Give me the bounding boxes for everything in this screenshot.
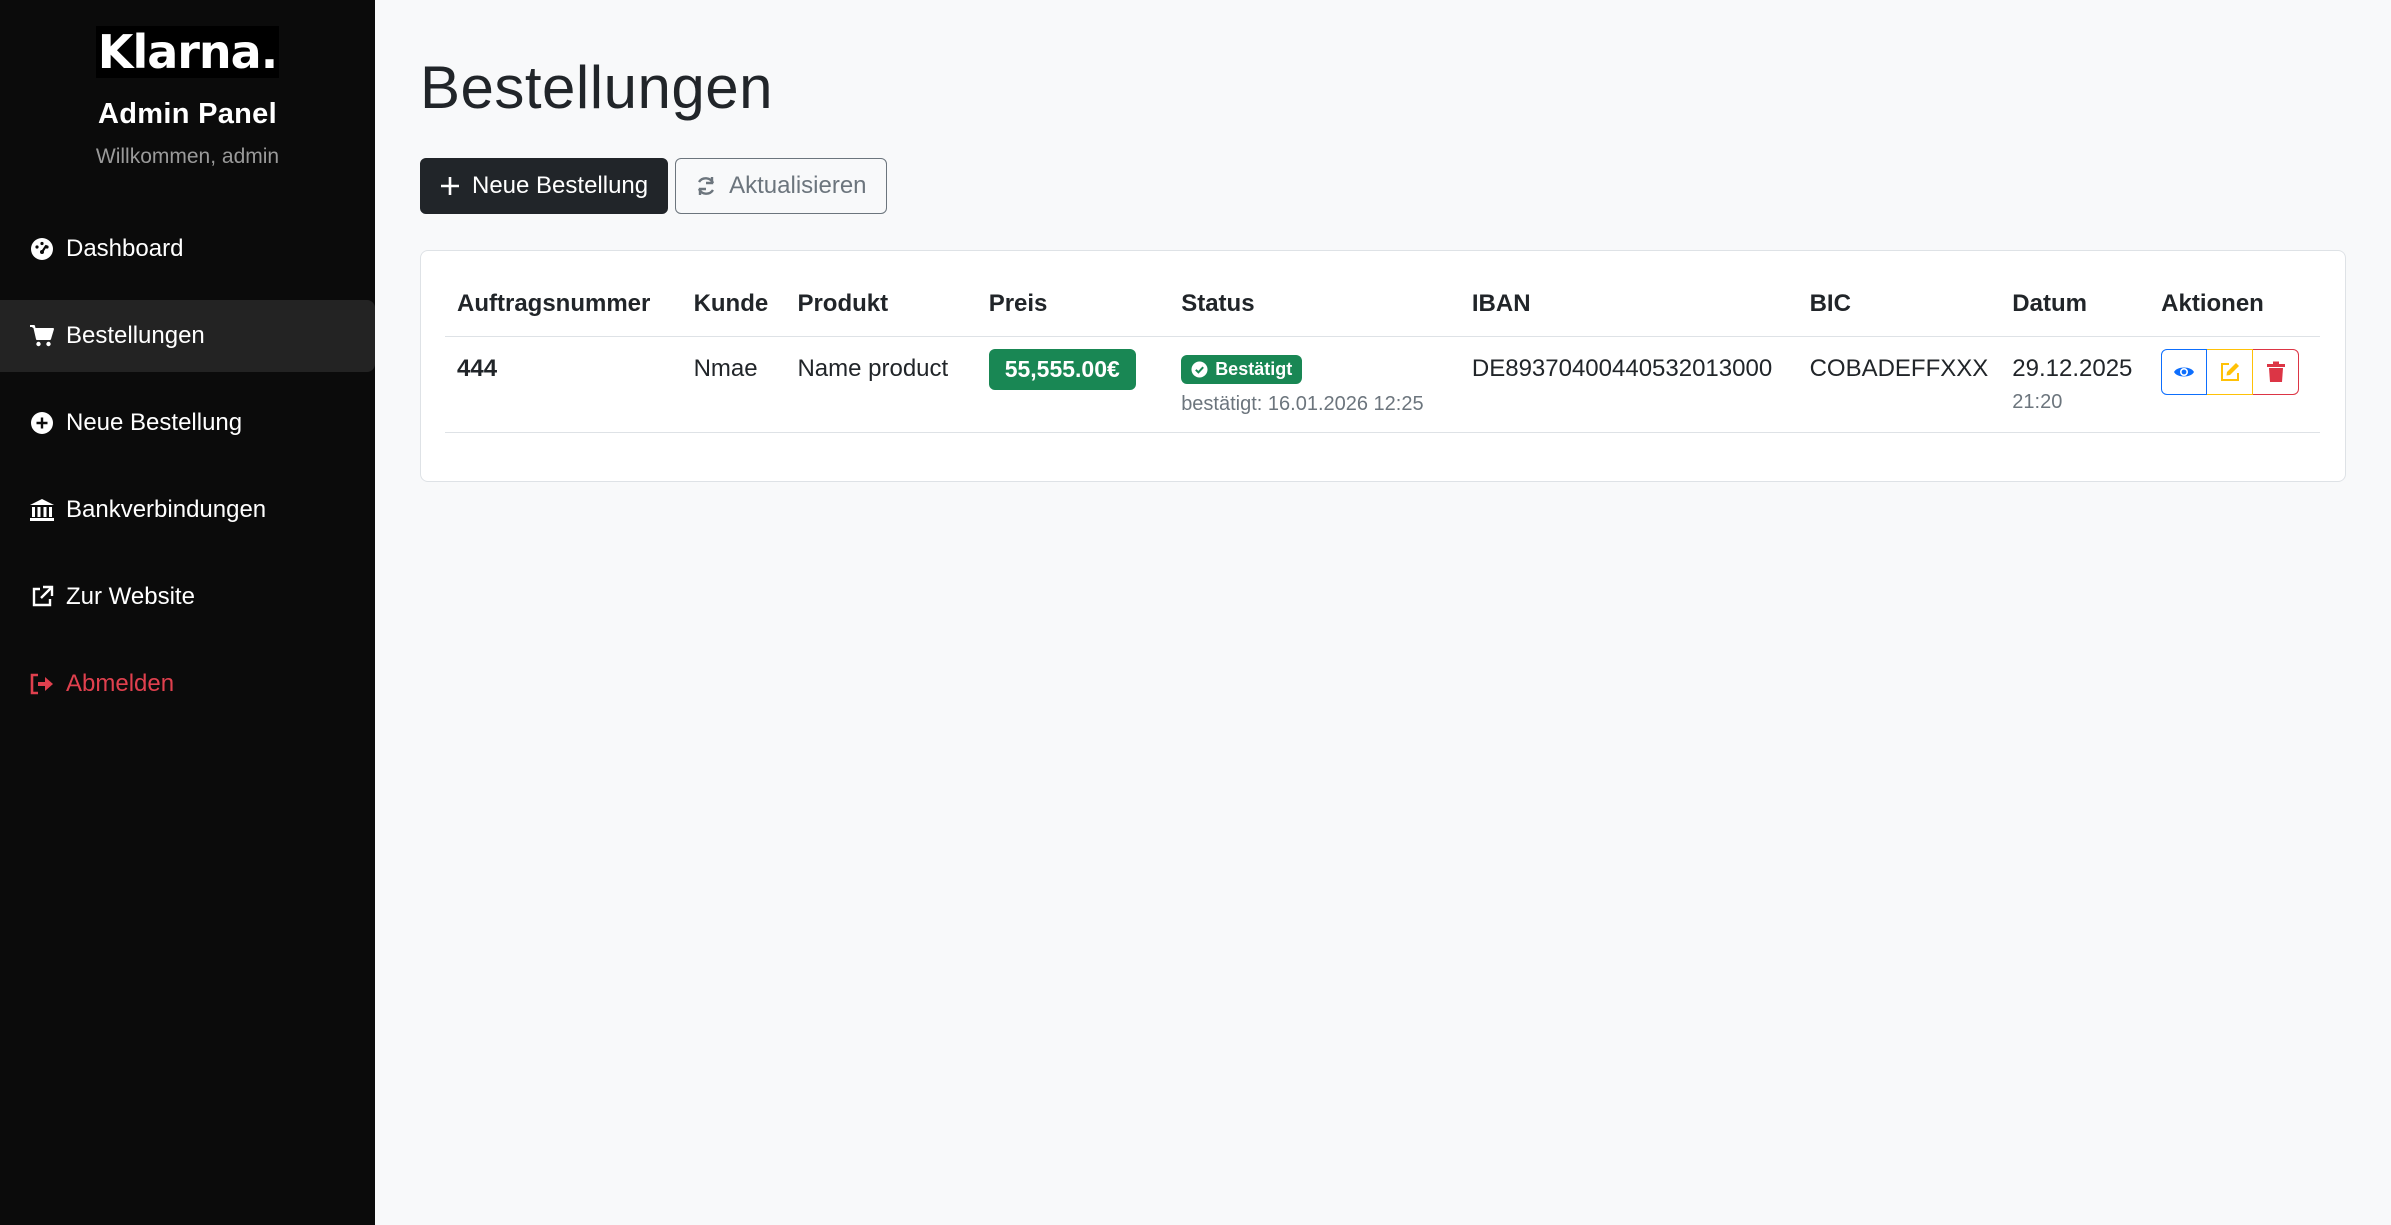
customer-name: Nmae	[681, 336, 786, 433]
header-auftragsnummer: Auftragsnummer	[445, 273, 682, 337]
sidebar: Klarna. Admin Panel Willkommen, admin Da…	[0, 0, 375, 1225]
header-iban: IBAN	[1459, 273, 1798, 337]
sidebar-item-zur-website[interactable]: Zur Website	[0, 561, 375, 633]
sidebar-item-label: Abmelden	[66, 670, 175, 697]
sidebar-item-bestellungen[interactable]: Bestellungen	[0, 300, 375, 372]
admin-panel-title: Admin Panel	[98, 98, 277, 130]
header-bic: BIC	[1797, 273, 2001, 337]
plus-icon	[440, 176, 460, 196]
speedometer-icon	[28, 235, 56, 263]
logout-icon	[28, 670, 56, 698]
toolbar: Neue Bestellung Aktualisieren	[420, 158, 2346, 214]
view-button[interactable]	[2161, 348, 2208, 395]
welcome-text: Willkommen, admin	[95, 145, 280, 168]
price-badge: 55,555.00€	[988, 348, 1136, 390]
iban-value: DE89370400440532013000	[1459, 336, 1798, 433]
status-label: Bestätigt	[1215, 358, 1293, 379]
status-cell: Bestätigt bestätigt: 16.01.2026 12:25	[1169, 336, 1460, 433]
price-cell: 55,555.00€	[976, 336, 1170, 433]
edit-button[interactable]	[2207, 348, 2254, 395]
table-row: 444 Nmae Name product 55,555.00€ Bestäti…	[445, 336, 2320, 433]
trash-icon	[2266, 361, 2285, 382]
header-produkt: Produkt	[785, 273, 977, 337]
brand: Klarna. Admin Panel Willkommen, admin	[0, 0, 375, 169]
status-badge: Bestätigt	[1181, 354, 1303, 384]
header-kunde: Kunde	[681, 273, 786, 337]
sidebar-nav: Dashboard Bestellungen Neue Bestellung B…	[0, 213, 375, 720]
bic-value: COBADEFFXXX	[1797, 336, 2001, 433]
main-content: Bestellungen Neue Bestellung Aktualisier…	[375, 0, 2391, 1225]
page-title: Bestellungen	[420, 54, 773, 121]
date-value: 29.12.2025	[2012, 354, 2133, 382]
header-aktionen: Aktionen	[2149, 273, 2320, 337]
klarna-logo: Klarna.	[95, 25, 280, 79]
orders-card: Auftragsnummer Kunde Produkt Preis Statu…	[420, 250, 2346, 482]
refresh-icon	[695, 175, 717, 197]
new-order-label: Neue Bestellung	[472, 172, 649, 199]
orders-table: Auftragsnummer Kunde Produkt Preis Statu…	[445, 273, 2320, 433]
sidebar-item-abmelden[interactable]: Abmelden	[0, 648, 375, 720]
refresh-button[interactable]: Aktualisieren	[675, 158, 887, 214]
time-value: 21:20	[2012, 390, 2063, 413]
status-note: bestätigt: 16.01.2026 12:25	[1181, 392, 1424, 415]
delete-button[interactable]	[2253, 348, 2300, 395]
cart-icon	[28, 322, 56, 350]
actions-cell	[2149, 336, 2320, 433]
sidebar-item-label: Neue Bestellung	[66, 409, 243, 436]
row-actions	[2161, 348, 2308, 395]
refresh-label: Aktualisieren	[729, 172, 867, 199]
bank-icon	[28, 496, 56, 524]
header-preis: Preis	[976, 273, 1170, 337]
order-number: 444	[445, 336, 682, 433]
header-status: Status	[1169, 273, 1460, 337]
header-datum: Datum	[2000, 273, 2150, 337]
date-cell: 29.12.2025 21:20	[2000, 336, 2150, 433]
sidebar-item-label: Zur Website	[66, 583, 195, 610]
table-header-row: Auftragsnummer Kunde Produkt Preis Statu…	[445, 273, 2320, 337]
sidebar-item-neue-bestellung[interactable]: Neue Bestellung	[0, 387, 375, 459]
check-circle-icon	[1191, 361, 1208, 378]
pencil-square-icon	[2220, 362, 2239, 381]
eye-icon	[2174, 367, 2195, 376]
new-order-button[interactable]: Neue Bestellung	[420, 158, 669, 214]
sidebar-item-bankverbindungen[interactable]: Bankverbindungen	[0, 474, 375, 546]
external-link-icon	[28, 583, 56, 611]
plus-circle-icon	[28, 409, 56, 437]
sidebar-item-label: Dashboard	[66, 235, 184, 262]
app-root: Klarna. Admin Panel Willkommen, admin Da…	[0, 0, 2391, 1225]
sidebar-item-dashboard[interactable]: Dashboard	[0, 213, 375, 285]
sidebar-item-label: Bestellungen	[66, 322, 205, 349]
product-name: Name product	[785, 336, 977, 433]
sidebar-item-label: Bankverbindungen	[66, 496, 267, 523]
